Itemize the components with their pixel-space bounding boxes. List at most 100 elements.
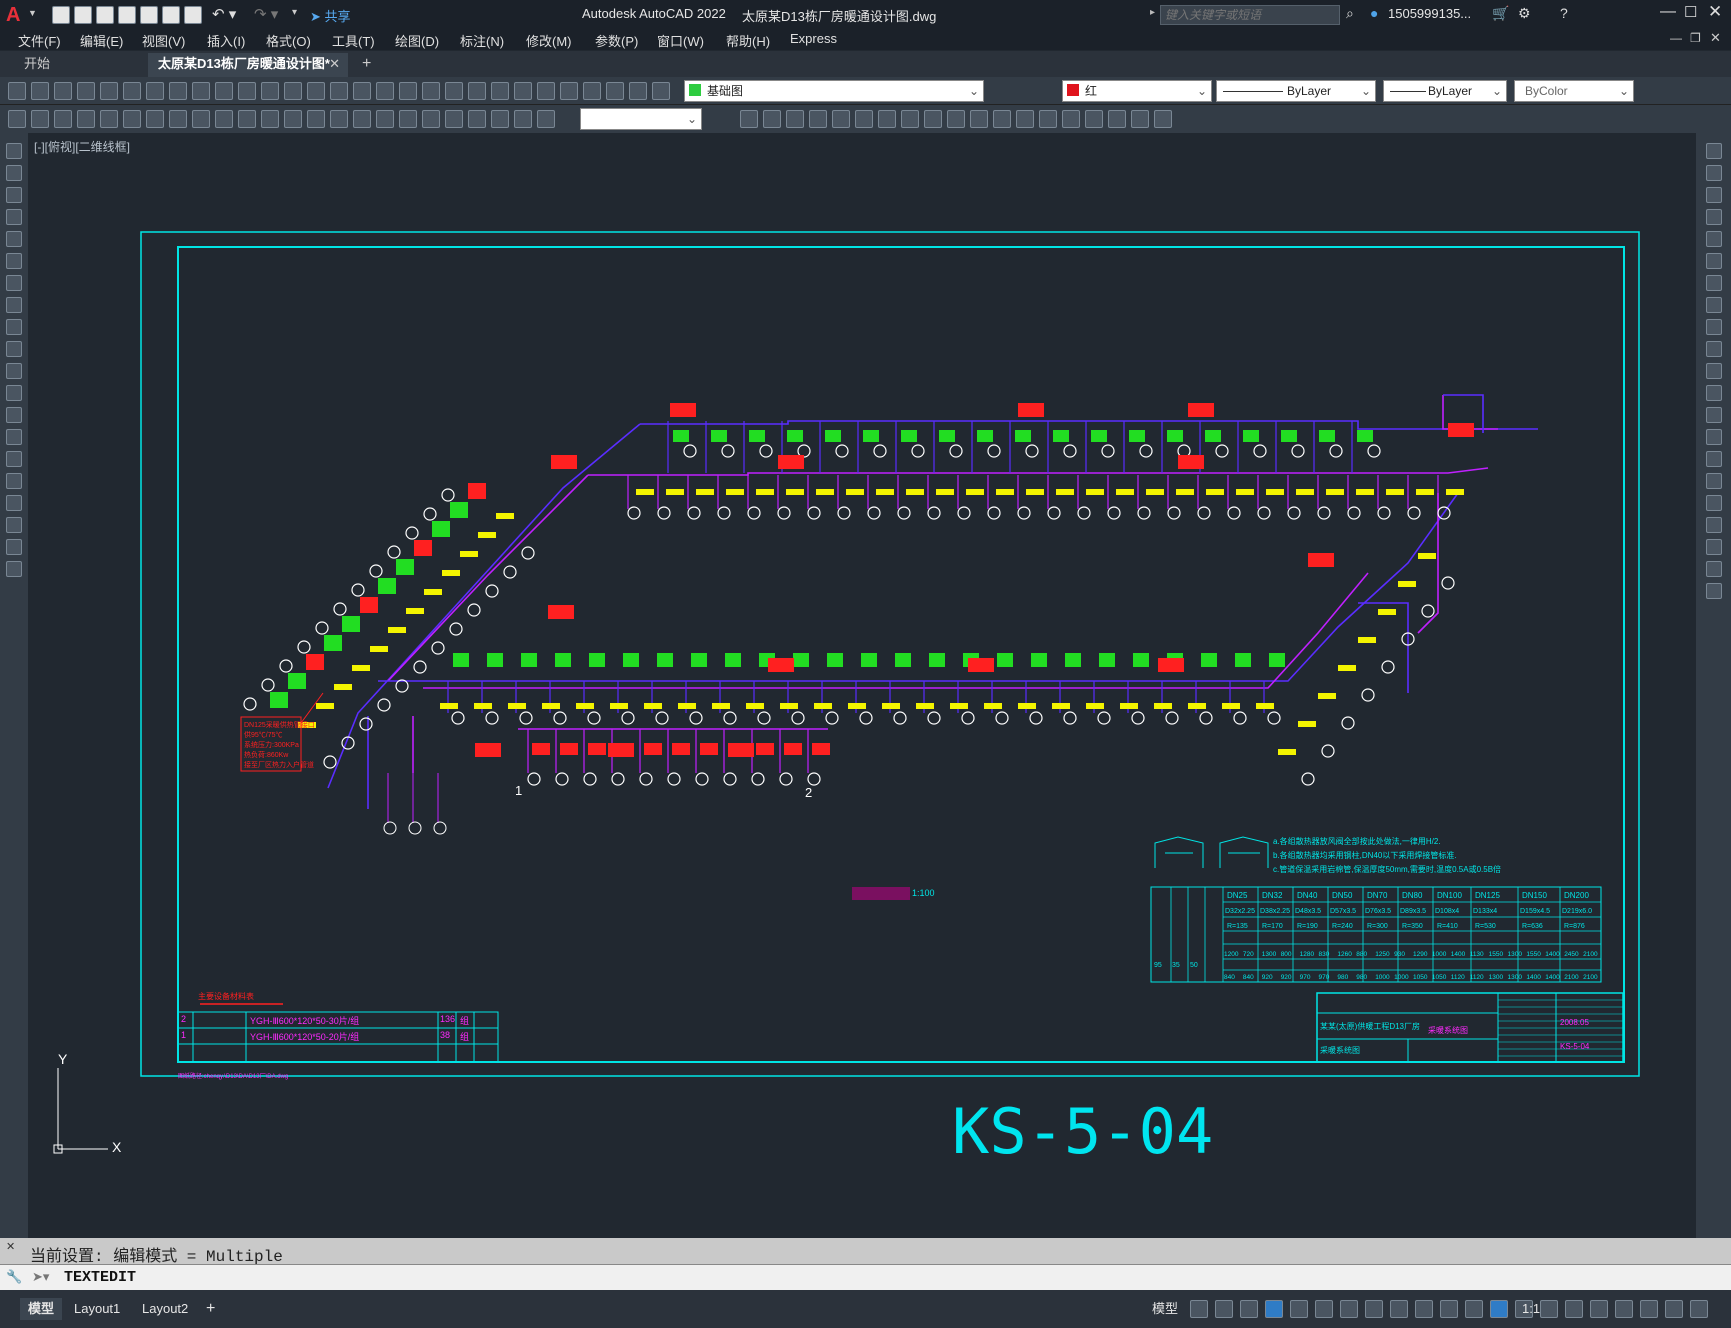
arc-icon[interactable] <box>6 253 22 269</box>
fillet-icon[interactable] <box>1706 473 1722 489</box>
inspection-icon[interactable] <box>353 110 371 128</box>
table-icon[interactable] <box>6 517 22 533</box>
cart-icon[interactable]: 🛒 <box>1492 5 1509 22</box>
join-icon[interactable] <box>1706 429 1722 445</box>
rotate-icon[interactable] <box>878 110 896 128</box>
menu-file[interactable]: 文件(F) <box>18 31 61 50</box>
menu-tools[interactable]: 工具(T) <box>332 31 375 50</box>
maximize-icon[interactable]: ☐ <box>1684 3 1697 21</box>
command-line[interactable]: 🔧 ➤▾ TEXTEDIT <box>0 1264 1731 1290</box>
snap-icon[interactable] <box>1215 1300 1233 1318</box>
extend-icon[interactable] <box>1706 363 1722 379</box>
chamfer-icon[interactable] <box>1039 110 1057 128</box>
auto-scale-icon[interactable] <box>1465 1300 1483 1318</box>
tab-drawing[interactable]: 太原某D13栋厂房暖通设计图* ✕ <box>148 53 348 77</box>
gradient-icon[interactable] <box>6 473 22 489</box>
tab-close-icon[interactable]: ✕ <box>329 53 340 75</box>
annotation-scale[interactable]: 1:1 <box>1522 1298 1540 1320</box>
break-at-point-icon[interactable] <box>1706 385 1722 401</box>
selection-cycling-icon[interactable] <box>1415 1300 1433 1318</box>
rotate-icon[interactable] <box>1706 275 1722 291</box>
isodraft-icon[interactable] <box>1290 1300 1308 1318</box>
explode-icon[interactable] <box>1085 110 1103 128</box>
plot-icon[interactable] <box>77 82 95 100</box>
lengthen-icon[interactable] <box>1131 110 1149 128</box>
layer-iso-icon[interactable] <box>629 82 647 100</box>
fillet-icon[interactable] <box>1062 110 1080 128</box>
annotation-visibility-icon[interactable] <box>1440 1300 1458 1318</box>
open-icon[interactable] <box>31 82 49 100</box>
cut-icon[interactable] <box>146 82 164 100</box>
layer-properties-icon[interactable] <box>560 82 578 100</box>
mirror-icon[interactable] <box>1706 187 1722 203</box>
layer-unisolate-icon[interactable] <box>652 82 670 100</box>
search-icon[interactable]: ⌕ <box>1346 5 1354 22</box>
draw-order-icon[interactable] <box>1706 583 1722 599</box>
quick-dim-icon[interactable] <box>192 110 210 128</box>
grid-icon[interactable] <box>1190 1300 1208 1318</box>
transparency-icon[interactable] <box>1390 1300 1408 1318</box>
move-icon[interactable] <box>855 110 873 128</box>
dim-aligned-icon[interactable] <box>31 110 49 128</box>
move-icon[interactable] <box>1706 253 1722 269</box>
menu-edit[interactable]: 编辑(E) <box>80 31 123 50</box>
mleader-icon[interactable] <box>514 110 532 128</box>
tab-layout1[interactable]: Layout1 <box>72 1298 122 1320</box>
lengthen-icon[interactable] <box>1706 539 1722 555</box>
region-icon[interactable] <box>6 495 22 511</box>
polygon-icon[interactable] <box>6 209 22 225</box>
array-icon[interactable] <box>1706 231 1722 247</box>
user-account[interactable]: 1505999135... <box>1388 6 1471 21</box>
zoom-window-icon[interactable] <box>353 82 371 100</box>
break-icon[interactable] <box>993 110 1011 128</box>
menu-parametric[interactable]: 参数(P) <box>595 31 638 50</box>
polar-icon[interactable] <box>1265 1300 1283 1318</box>
mleader-align-icon[interactable] <box>537 110 555 128</box>
menu-help[interactable]: 帮助(H) <box>726 31 770 50</box>
trim-icon[interactable] <box>947 110 965 128</box>
menu-window[interactable]: 窗口(W) <box>657 31 704 50</box>
hatch-icon[interactable] <box>6 451 22 467</box>
object-snap-icon[interactable] <box>1340 1300 1358 1318</box>
new-icon[interactable] <box>8 82 26 100</box>
dim-ordinate-icon[interactable] <box>77 110 95 128</box>
search-expand-icon[interactable]: ▸ <box>1150 7 1155 18</box>
dim-angular-icon[interactable] <box>169 110 187 128</box>
leader-icon[interactable] <box>491 110 509 128</box>
tab-start[interactable]: 开始 <box>14 53 144 77</box>
copy-icon[interactable] <box>1706 165 1722 181</box>
help-icon[interactable] <box>537 82 555 100</box>
extend-icon[interactable] <box>970 110 988 128</box>
layer-previous-icon[interactable] <box>606 82 624 100</box>
jogged-linear-icon[interactable] <box>376 110 394 128</box>
dim-arc-icon[interactable] <box>54 110 72 128</box>
align-icon[interactable] <box>1154 110 1172 128</box>
linetype-dropdown[interactable]: ByLayer ⌄ <box>1216 80 1376 102</box>
chamfer-icon[interactable] <box>1706 451 1722 467</box>
circle-icon[interactable] <box>6 275 22 291</box>
dim-update-icon[interactable] <box>445 110 463 128</box>
plot-preview-icon[interactable] <box>100 82 118 100</box>
help-icon[interactable]: ? <box>1560 5 1568 21</box>
lineweight-dropdown[interactable]: ByLayer ⌄ <box>1383 80 1507 102</box>
dim-style-icon[interactable] <box>468 110 486 128</box>
autocad-logo-icon[interactable]: A <box>6 4 26 26</box>
menu-express[interactable]: Express <box>790 31 837 46</box>
autodesk-app-icon[interactable]: ⚙ <box>1518 5 1531 22</box>
tab-model[interactable]: 模型 <box>20 1298 63 1320</box>
open-file-icon[interactable] <box>74 6 92 24</box>
new-file-icon[interactable] <box>52 6 70 24</box>
doc-restore-icon[interactable]: ❐ <box>1690 31 1701 45</box>
layer-state-icon[interactable] <box>583 82 601 100</box>
menu-view[interactable]: 视图(V) <box>142 31 185 50</box>
markup-icon[interactable] <box>491 82 509 100</box>
quick-properties-icon[interactable] <box>1565 1300 1583 1318</box>
dim-break-icon[interactable] <box>284 110 302 128</box>
color-dropdown[interactable]: 红 ⌄ <box>1062 80 1212 102</box>
stretch-icon[interactable] <box>924 110 942 128</box>
minimize-icon[interactable]: — <box>1660 3 1676 21</box>
dim-radius-icon[interactable] <box>100 110 118 128</box>
ortho-icon[interactable] <box>1240 1300 1258 1318</box>
save-web-icon[interactable] <box>162 6 180 24</box>
design-center-icon[interactable] <box>422 82 440 100</box>
